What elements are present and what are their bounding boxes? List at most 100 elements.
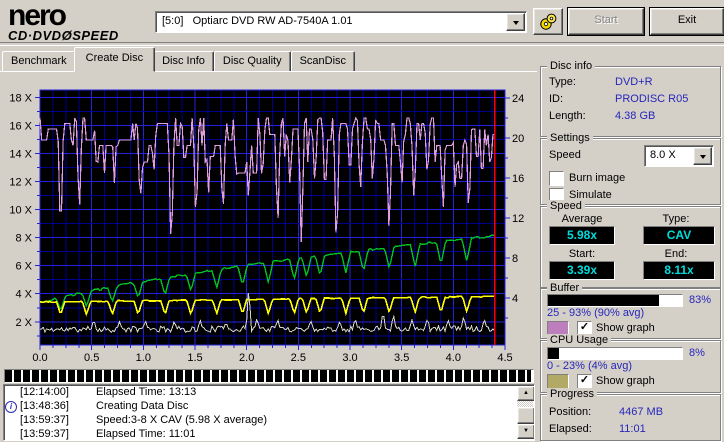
svg-text:10 X: 10 X — [9, 205, 32, 217]
disc-id-label: ID: — [549, 93, 564, 105]
position-strip — [4, 369, 534, 383]
cpu-show-graph-label: Show graph — [596, 375, 655, 387]
svg-text:3.5: 3.5 — [394, 352, 409, 364]
cpu-show-graph-checkbox[interactable] — [577, 374, 592, 389]
log-message: Speed:3-8 X CAV (5.98 X average) — [96, 414, 268, 426]
log-timestamp: [13:59:37] — [20, 428, 69, 440]
svg-text:16 X: 16 X — [9, 121, 32, 133]
svg-text:4: 4 — [512, 293, 518, 305]
settings-panel: Settings Speed 8.0 X Burn image Simulate — [540, 132, 721, 205]
buffer-percent: 83% — [689, 294, 712, 306]
cpu-meter — [547, 347, 683, 360]
position-value: 4467 MB — [619, 406, 664, 418]
svg-text:0.0: 0.0 — [32, 352, 47, 364]
tab-create-disc[interactable]: Create Disc — [73, 47, 156, 72]
disc-type-label: Type: — [549, 76, 576, 88]
nero-cd-dvd-speed-window: { "toolbar": { "brand_name": "nero", "br… — [0, 0, 724, 441]
log-timestamp: [12:14:00] — [20, 386, 69, 398]
log-message: Elapsed Time: 13:13 — [96, 386, 197, 398]
speed-label: Speed — [549, 149, 581, 161]
options-button[interactable] — [533, 8, 563, 35]
buffer-range: 25 - 93% (90% avg) — [547, 307, 645, 319]
exit-button[interactable]: Exit — [649, 7, 724, 36]
speed-select-dropdown-button[interactable] — [693, 147, 712, 165]
scroll-down-button[interactable]: ▼ — [517, 424, 534, 439]
cpu-percent: 8% — [689, 347, 705, 359]
svg-text:4.0: 4.0 — [446, 352, 461, 364]
start-speed-value: 3.39x — [549, 261, 615, 280]
drive-selector-dropdown-button[interactable] — [506, 13, 525, 31]
svg-text:2.0: 2.0 — [239, 352, 254, 364]
speed-select[interactable]: 8.0 X — [644, 145, 714, 167]
speed-panel: Speed Average Type: 5.98x CAV Start: End… — [540, 200, 721, 288]
panel-title: Speed — [547, 200, 585, 213]
disc-info-panel: Disc info Type: DVD+R ID: PRODISC R05 Le… — [540, 60, 721, 137]
end-speed-value: 8.11x — [643, 261, 715, 280]
position-label: Position: — [549, 406, 592, 418]
average-label: Average — [561, 213, 603, 225]
svg-text:24: 24 — [512, 93, 524, 105]
log-row: [12:14:00] Elapsed Time: 13:13 — [4, 385, 534, 399]
svg-text:14 X: 14 X — [9, 149, 32, 161]
drive-selector-value: [5:0] Optiarc DVD RW AD-7540A 1.01 — [162, 15, 353, 27]
disc-type-value: DVD+R — [615, 76, 653, 88]
svg-text:12: 12 — [512, 213, 524, 225]
cpu-usage-panel: CPU Usage 8% 0 - 23% (4% avg) Show graph — [540, 334, 721, 393]
svg-text:8: 8 — [512, 253, 518, 265]
buffer-show-graph-label: Show graph — [596, 322, 655, 334]
speed-type-value: CAV — [643, 226, 715, 245]
info-icon — [5, 401, 17, 413]
brand-nero: nero — [8, 0, 67, 32]
scroll-up-button[interactable]: ▲ — [517, 386, 534, 401]
panel-title: Disc info — [547, 60, 596, 73]
buffer-meter-fill — [548, 295, 660, 306]
start-label: Start: — [568, 248, 596, 260]
elapsed-value: 11:01 — [619, 423, 646, 435]
log-scrollbar[interactable]: ▲ ▼ — [517, 386, 534, 439]
tab-disc-info[interactable]: Disc Info — [153, 51, 214, 72]
chevron-down-icon — [699, 154, 706, 162]
svg-text:12 X: 12 X — [9, 177, 32, 189]
disc-length-value: 4.38 GB — [615, 110, 656, 122]
end-label: End: — [664, 248, 688, 260]
discs-icon — [539, 13, 556, 30]
progress-panel: Progress Position: 4467 MB Elapsed: 11:0… — [540, 388, 721, 441]
svg-text:16: 16 — [512, 173, 524, 185]
svg-text:3.0: 3.0 — [342, 352, 357, 364]
create-disc-chart: 0.0 0.5 1.0 1.5 2.0 2.5 3.0 3.5 4.0 4.5 18 X 16 X 14… — [9, 89, 524, 364]
disc-glyph-icon: Ø — [61, 28, 73, 43]
log-message: Elapsed Time: 11:01 — [96, 428, 196, 440]
log-panel[interactable]: [12:14:00] Elapsed Time: 13:13 [13:48:36… — [3, 384, 535, 441]
log-row: [13:59:37] Speed:3-8 X CAV (5.98 X avera… — [4, 413, 534, 427]
brand-cd-dvd-speed: CD·DVDØSPEED — [8, 28, 119, 43]
svg-text:1.5: 1.5 — [187, 352, 202, 364]
position-strip-fill — [5, 370, 531, 382]
chevron-down-icon — [512, 20, 519, 28]
drive-selector[interactable]: [5:0] Optiarc DVD RW AD-7540A 1.01 — [155, 11, 527, 33]
tab-bar: Benchmark Create Disc Disc Info Disc Qua… — [2, 47, 356, 72]
scrollbar-thumb[interactable] — [517, 407, 534, 424]
svg-text:4.5: 4.5 — [497, 352, 512, 364]
tab-scandisc[interactable]: ScanDisc — [290, 51, 356, 72]
start-button[interactable]: Start — [567, 7, 645, 36]
burn-image-label: Burn image — [569, 172, 626, 184]
svg-text:2.5: 2.5 — [291, 352, 306, 364]
tab-benchmark[interactable]: Benchmark — [2, 51, 76, 72]
cpu-range: 0 - 23% (4% avg) — [547, 360, 632, 372]
buffer-panel: Buffer 83% 25 - 93% (90% avg) Show graph — [540, 282, 721, 339]
tab-disc-quality[interactable]: Disc Quality — [213, 51, 291, 72]
burn-image-checkbox[interactable] — [549, 171, 564, 186]
panel-title: Settings — [547, 132, 593, 145]
svg-text:6 X: 6 X — [15, 261, 32, 273]
svg-text:4 X: 4 X — [15, 289, 32, 301]
disc-id-value: PRODISC R05 — [615, 93, 689, 105]
panel-title: CPU Usage — [547, 334, 612, 347]
log-row: [13:48:36] Creating Data Disc — [4, 399, 534, 413]
svg-text:8 X: 8 X — [15, 233, 32, 245]
elapsed-label: Elapsed: — [549, 423, 592, 435]
svg-text:0.5: 0.5 — [84, 352, 99, 364]
panel-title: Progress — [547, 388, 598, 401]
svg-text:2 X: 2 X — [15, 317, 32, 329]
speed-select-value: 8.0 X — [650, 149, 676, 161]
log-timestamp: [13:59:37] — [20, 414, 69, 426]
